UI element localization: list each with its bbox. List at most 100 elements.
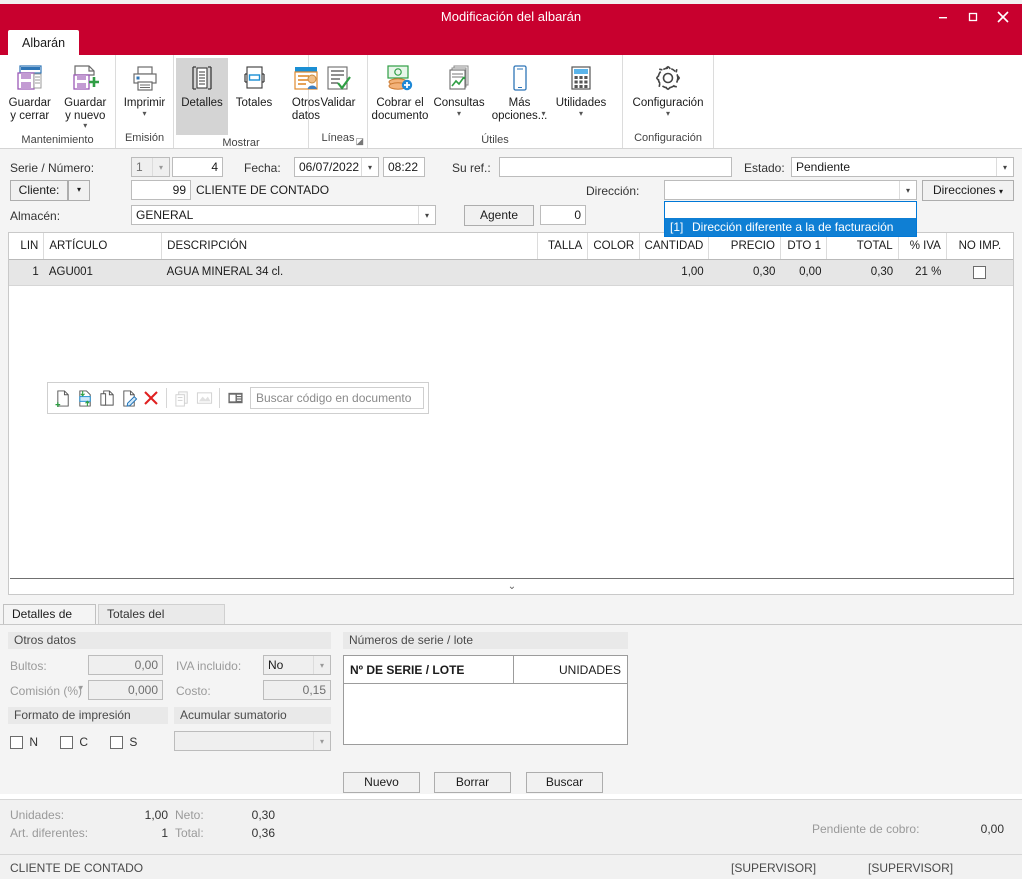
total-label: Total:	[175, 826, 204, 840]
chevron-down-icon[interactable]: ▾	[999, 187, 1003, 196]
direccion-combo[interactable]: ▾	[664, 180, 917, 200]
grid-collapse-bar[interactable]: ⌄	[10, 578, 1014, 594]
delete-line-icon[interactable]	[140, 385, 162, 411]
chevron-down-icon[interactable]: ▾	[313, 656, 330, 674]
mas-opciones-button[interactable]: Más opciones... ▾	[488, 58, 551, 132]
imprimir-label: Imprimir	[123, 97, 166, 109]
series-borrar-button[interactable]: Borrar	[434, 772, 511, 793]
formato-option-s[interactable]: S	[110, 735, 137, 750]
edit-line-icon[interactable]	[118, 385, 140, 411]
tab-detalles-de-linea[interactable]: Detalles de línea	[3, 604, 96, 640]
chevron-down-icon[interactable]: ▾	[313, 732, 330, 750]
chevron-down-icon[interactable]: ▾	[541, 110, 545, 118]
acumular-sumatorio-combo[interactable]: ▾	[174, 731, 331, 751]
configuracion-button[interactable]: Configuración ▾	[625, 58, 711, 120]
series-col-numero[interactable]: Nº DE SERIE / LOTE	[344, 656, 514, 683]
serie-combo[interactable]: 1 ▾	[131, 157, 170, 177]
formato-c-checkbox[interactable]	[60, 736, 73, 750]
agente-button[interactable]: Agente	[464, 205, 534, 226]
dropdown-empty-option[interactable]	[665, 202, 916, 218]
fecha-combo[interactable]: 06/07/2022 ▾	[294, 157, 379, 177]
guardar-y-cerrar-label: Guardar y cerrar	[8, 97, 51, 122]
toolbar-separator	[166, 388, 167, 408]
close-icon[interactable]	[988, 4, 1018, 30]
chevron-down-icon[interactable]: ⌄	[508, 581, 516, 592]
series-buscar-button[interactable]: Buscar	[526, 772, 603, 793]
numero-field[interactable]: 4	[172, 157, 223, 177]
copy-line-icon[interactable]	[96, 385, 118, 411]
dropdown-option-selected[interactable]: [1] Dirección diferente a la de facturaci…	[665, 218, 916, 236]
chevron-down-icon[interactable]: ▾	[579, 109, 583, 118]
series-col-unidades[interactable]: UNIDADES	[514, 656, 627, 683]
tab-totales-del-documento[interactable]: Totales del documento	[98, 604, 225, 640]
ribbon-group-emision: Imprimir ▾ Emisión	[116, 55, 174, 148]
ribbon-group-lineas: Validar Líneas ◪	[309, 55, 368, 148]
chevron-down-icon[interactable]: ▾	[361, 158, 378, 176]
totales-button[interactable]: Totales	[228, 58, 280, 112]
chevron-down-icon[interactable]: ▾	[457, 109, 461, 118]
search-code-input[interactable]: Buscar código en documento	[250, 387, 424, 409]
formato-s-checkbox[interactable]	[110, 736, 123, 750]
ribbon-group-configuracion: Configuración ▾ Configuración	[623, 55, 714, 148]
almacen-combo[interactable]: GENERAL ▾	[131, 205, 436, 225]
formato-n-checkbox[interactable]	[10, 736, 23, 750]
tab-albaran[interactable]: Albarán	[8, 30, 80, 55]
insert-line-icon[interactable]	[74, 385, 96, 411]
cliente-button[interactable]: Cliente:	[10, 180, 68, 201]
guardar-y-cerrar-button[interactable]: Guardar y cerrar	[2, 58, 58, 124]
direccion-dropdown-popup[interactable]: [1] Dirección diferente a la de facturaci…	[664, 201, 917, 237]
col-talla[interactable]: TALLA	[537, 233, 589, 260]
chevron-down-icon[interactable]: ▾	[418, 206, 435, 224]
chevron-down-icon[interactable]: ▾	[899, 181, 916, 199]
guardar-y-nuevo-label: Guardar y nuevo	[64, 97, 107, 122]
cobrar-documento-button[interactable]: Cobrar el documento	[370, 58, 430, 124]
dropdown-option-label: Dirección diferente a la de facturación	[692, 220, 894, 234]
col-noimp[interactable]: NO IMP.	[946, 233, 1013, 260]
guardar-y-nuevo-button[interactable]: Guardar y nuevo ▾	[58, 58, 114, 132]
formato-c-label: C	[79, 735, 89, 749]
imprimir-button[interactable]: Imprimir ▾	[118, 58, 171, 120]
validar-button[interactable]: Validar	[311, 58, 365, 112]
cliente-codigo-field[interactable]: 99	[131, 180, 191, 200]
series-nuevo-button[interactable]: Nuevo	[343, 772, 420, 793]
status-user-1: [SUPERVISOR]	[731, 861, 817, 875]
almacen-value: GENERAL	[136, 208, 194, 222]
minimize-icon[interactable]	[928, 4, 958, 30]
estado-value: Pendiente	[796, 160, 851, 174]
noimp-checkbox[interactable]	[973, 265, 987, 279]
hora-field[interactable]: 08:22	[383, 157, 425, 177]
comision-dropdown-icon[interactable]: ▾	[79, 683, 83, 692]
formato-option-c[interactable]: C	[60, 735, 89, 750]
maximize-icon[interactable]	[958, 4, 988, 30]
estado-combo[interactable]: Pendiente ▾	[791, 157, 1014, 177]
chevron-down-icon[interactable]: ▾	[666, 109, 670, 118]
consultas-button[interactable]: Consultas ▾	[430, 58, 488, 120]
formato-option-n[interactable]: N	[10, 735, 38, 750]
cell-noimp[interactable]	[946, 259, 1013, 286]
new-line-icon[interactable]	[52, 385, 74, 411]
iva-incluido-combo[interactable]: No ▾	[263, 655, 331, 675]
agente-field[interactable]: 0	[540, 205, 586, 225]
col-articulo[interactable]: ARTÍCULO	[43, 233, 163, 260]
col-color[interactable]: COLOR	[587, 233, 640, 260]
series-table[interactable]: Nº DE SERIE / LOTE UNIDADES	[343, 655, 628, 745]
detalles-button[interactable]: Detalles	[176, 58, 228, 135]
acumular-sumatorio-title: Acumular sumatorio	[174, 707, 331, 724]
unidades-value: 1,00	[144, 808, 168, 822]
chevron-down-icon[interactable]: ▾	[83, 122, 87, 130]
chevron-down-icon[interactable]: ▾	[142, 109, 146, 118]
direcciones-button[interactable]: Direcciones ▾	[922, 180, 1014, 201]
chevron-down-icon[interactable]: ▾	[152, 158, 169, 176]
formato-impresion-title: Formato de impresión	[8, 707, 168, 724]
utilidades-button[interactable]: Utilidades ▾	[551, 58, 611, 120]
columns-icon[interactable]	[224, 385, 246, 411]
col-descripcion[interactable]: DESCRIPCIÓN	[161, 233, 539, 260]
dialog-launcher-icon[interactable]: ◪	[355, 136, 364, 147]
table-row[interactable]: 1 AGU001 AGUA MINERAL 34 cl. 1,00 0,30 0…	[9, 259, 1013, 286]
ribbon-group-label-mantenimiento: Mantenimiento	[21, 134, 94, 146]
cliente-dropdown-button[interactable]: ▾	[68, 180, 90, 201]
su-ref-field[interactable]	[499, 157, 732, 177]
chevron-down-icon[interactable]: ▾	[996, 158, 1013, 176]
col-lin[interactable]: LIN	[9, 233, 45, 260]
neto-label: Neto:	[175, 808, 204, 822]
